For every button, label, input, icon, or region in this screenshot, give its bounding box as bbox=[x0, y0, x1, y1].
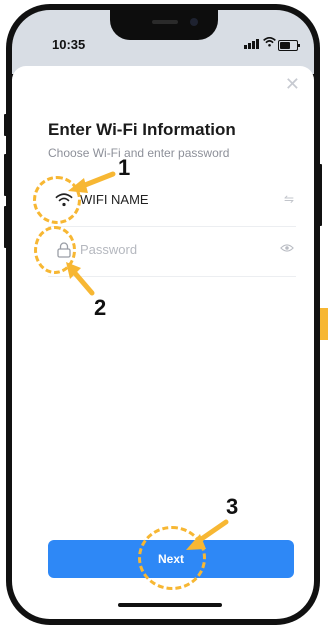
annotation-label: 1 bbox=[118, 155, 131, 180]
annotation-label: 3 bbox=[226, 494, 239, 519]
annotation-arrowhead bbox=[68, 178, 88, 193]
annotation-label: 2 bbox=[94, 295, 107, 320]
annotation-arrows bbox=[66, 171, 229, 550]
annotation-arrow bbox=[71, 269, 95, 296]
